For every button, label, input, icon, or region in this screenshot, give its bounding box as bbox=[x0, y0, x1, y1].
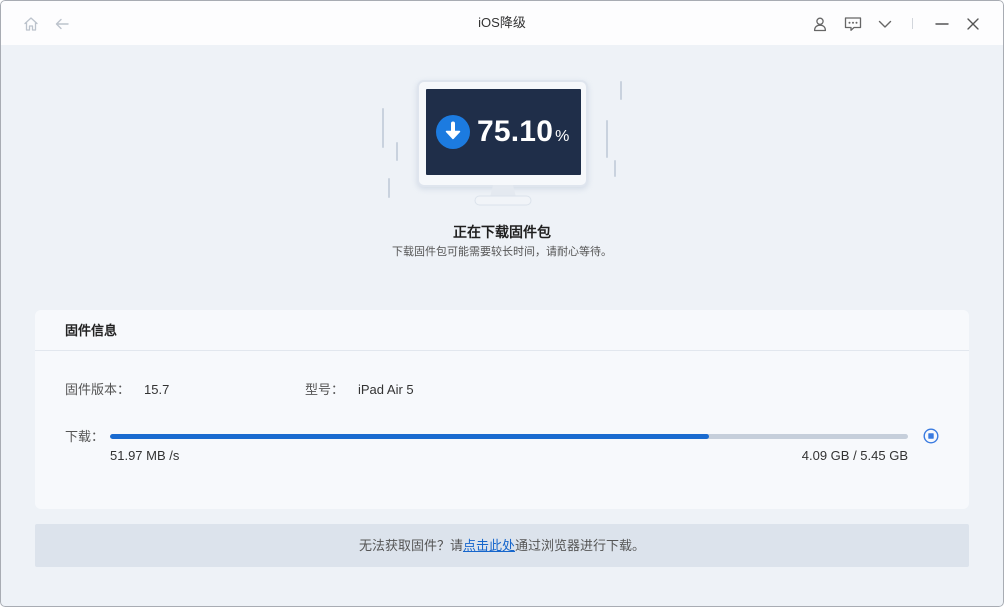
click-here-link[interactable]: 点击此处 bbox=[463, 538, 515, 553]
download-progress-track bbox=[110, 434, 908, 439]
card-header: 固件信息 bbox=[35, 310, 969, 351]
download-progress-fill bbox=[110, 434, 710, 439]
title-bar: iOS降级 bbox=[0, 0, 1004, 45]
download-percent: 75.10% bbox=[477, 115, 569, 154]
manual-download-banner: 无法获取固件？请点击此处通过浏览器进行下载。 bbox=[35, 524, 969, 567]
app-window: iOS降级 75.10% 正在下载固件包 下载固件包可能需要较长时间，请耐心等待… bbox=[0, 0, 1004, 607]
close-icon[interactable] bbox=[964, 15, 982, 33]
download-percent-value: 75.10 bbox=[477, 115, 554, 148]
banner-suffix: 通过浏览器进行下载。 bbox=[515, 538, 646, 553]
decorative-line bbox=[388, 178, 390, 198]
firmware-version-value: 15.7 bbox=[144, 382, 170, 397]
firmware-info-card: 固件信息 固件版本： 15.7 型号： iPad Air 5 下载： 51.97… bbox=[35, 310, 969, 509]
model-label: 型号： bbox=[305, 382, 345, 397]
card-header-title: 固件信息 bbox=[65, 323, 118, 338]
decorative-line bbox=[382, 108, 384, 148]
chevron-down-icon[interactable] bbox=[876, 15, 894, 33]
firmware-version-label: 固件版本： bbox=[65, 382, 131, 397]
banner-prefix: 无法获取固件？请 bbox=[358, 538, 463, 553]
status-subtitle: 下载固件包可能需要较长时间，请耐心等待。 bbox=[392, 246, 612, 258]
download-arrow-icon bbox=[436, 115, 470, 149]
monitor-stand bbox=[474, 185, 532, 206]
download-percent-unit: % bbox=[555, 128, 570, 145]
model-value: iPad Air 5 bbox=[358, 382, 414, 397]
download-speed: 51.97 MB /s bbox=[110, 448, 180, 463]
titlebar-separator bbox=[912, 18, 913, 29]
decorative-line bbox=[614, 160, 616, 177]
feedback-icon[interactable] bbox=[844, 15, 862, 33]
status-title: 正在下载固件包 bbox=[453, 224, 551, 240]
monitor-screen: 75.10% bbox=[426, 89, 581, 175]
minimize-icon[interactable] bbox=[933, 15, 951, 33]
stop-download-icon[interactable] bbox=[923, 428, 939, 444]
user-icon[interactable] bbox=[811, 15, 829, 33]
decorative-line bbox=[620, 81, 622, 100]
decorative-line bbox=[396, 142, 398, 161]
decorative-line bbox=[606, 120, 608, 158]
download-size: 4.09 GB / 5.45 GB bbox=[801, 448, 908, 463]
download-label: 下载： bbox=[65, 429, 105, 444]
